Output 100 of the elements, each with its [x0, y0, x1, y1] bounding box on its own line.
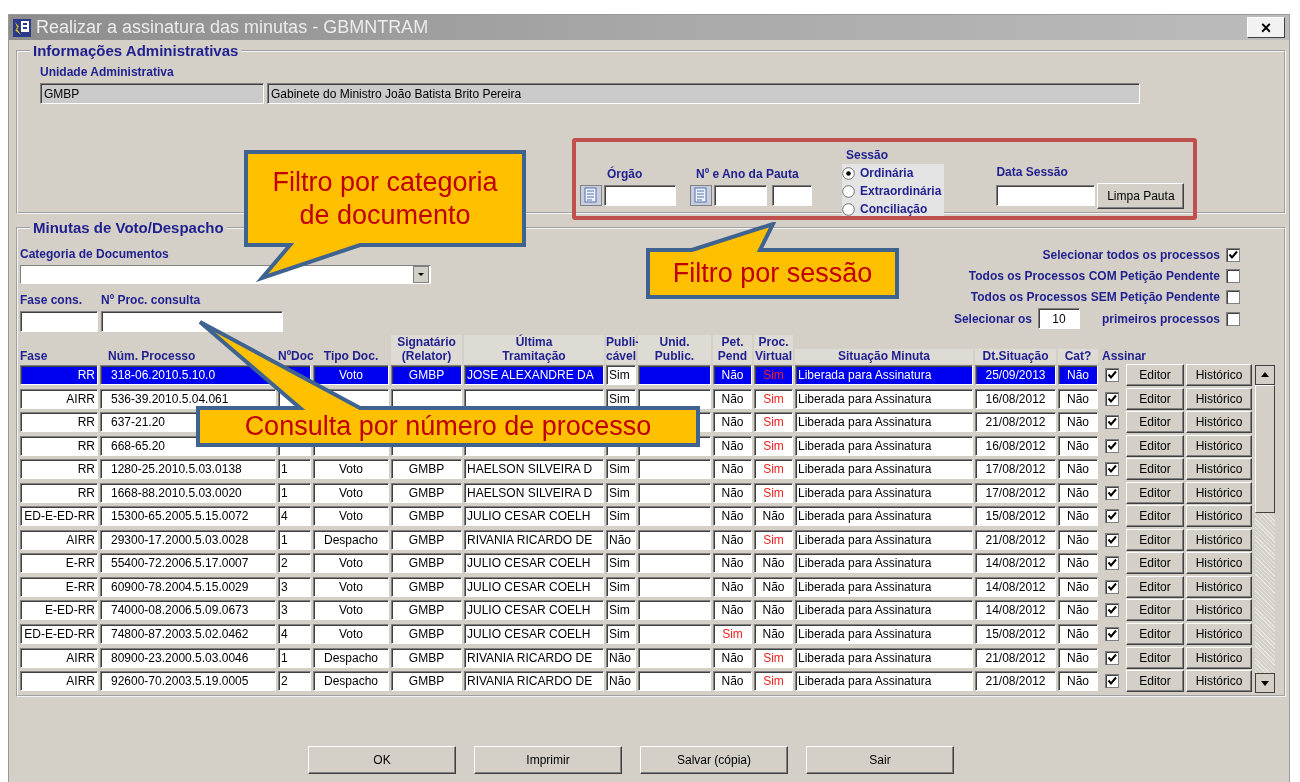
scroll-up-icon[interactable] [1255, 365, 1275, 385]
checkbox[interactable] [1226, 247, 1240, 262]
checkbox[interactable] [1105, 415, 1119, 430]
checkbox[interactable] [1105, 556, 1119, 571]
dialog-button[interactable]: Sair [806, 746, 954, 774]
history-button[interactable]: Histórico [1186, 599, 1252, 622]
checkbox[interactable] [1105, 674, 1119, 689]
history-button[interactable]: Histórico [1186, 434, 1252, 457]
editor-button[interactable]: Editor [1126, 528, 1184, 551]
history-button[interactable]: Histórico [1186, 505, 1252, 528]
table-cell: Não [606, 647, 636, 668]
editor-button[interactable]: Editor [1126, 599, 1184, 622]
checkbox[interactable] [1105, 627, 1119, 641]
table-cell: Não [713, 435, 752, 456]
scrollbar[interactable] [1255, 365, 1275, 693]
editor-button[interactable]: Editor [1126, 623, 1184, 645]
history-button[interactable]: Histórico [1186, 646, 1252, 669]
unit-name-field[interactable]: Gabinete do Ministro João Batista Brito Pereira [267, 83, 1140, 104]
checkbox[interactable] [1105, 509, 1119, 524]
dialog-button[interactable]: Imprimir [474, 746, 622, 774]
history-button[interactable]: Histórico [1186, 528, 1252, 551]
checkbox[interactable] [1226, 312, 1240, 326]
history-button[interactable]: Histórico [1186, 623, 1252, 645]
scroll-thumb[interactable] [1255, 385, 1275, 513]
checkbox[interactable] [1105, 603, 1119, 618]
checkbox-label: Selecionar todos os processos [1042, 247, 1220, 262]
category-dropdown[interactable] [20, 265, 431, 284]
editor-button[interactable]: Editor [1126, 458, 1184, 481]
table-cell: 1668-88.2010.5.03.0020 [100, 482, 276, 503]
editor-button[interactable]: Editor [1126, 387, 1184, 410]
dialog-button[interactable]: Salvar (cópia) [640, 746, 788, 774]
checkbox[interactable] [1226, 290, 1240, 305]
editor-button[interactable]: Editor [1126, 505, 1184, 528]
date-field[interactable] [996, 185, 1096, 206]
list-icon[interactable] [580, 185, 602, 206]
table-cell: Sim [754, 388, 793, 409]
checkbox[interactable] [1105, 438, 1119, 453]
scroll-down-icon[interactable] [1255, 673, 1275, 693]
list-icon[interactable] [690, 185, 712, 206]
checkbox[interactable] [1105, 650, 1119, 665]
radio-icon[interactable] [842, 202, 855, 216]
radio-icon[interactable] [842, 166, 855, 180]
table-cell: Voto [313, 624, 389, 644]
text-field[interactable] [604, 185, 676, 206]
table-cell: Sim [606, 553, 636, 574]
editor-button[interactable]: Editor [1126, 411, 1184, 434]
table-cell: Sim [754, 365, 793, 385]
text-field[interactable] [20, 311, 98, 332]
history-button[interactable]: Histórico [1186, 411, 1252, 434]
table-cell: Voto [313, 459, 389, 480]
count-field[interactable]: 10 [1037, 308, 1080, 330]
history-button[interactable]: Histórico [1186, 552, 1252, 575]
editor-button[interactable]: Editor [1126, 575, 1184, 598]
editor-button[interactable]: Editor [1126, 552, 1184, 575]
history-button[interactable]: Histórico [1186, 575, 1252, 598]
table-cell: 536-39.2010.5.04.061 [100, 388, 276, 409]
checkbox[interactable] [1105, 532, 1119, 547]
text-field[interactable] [714, 185, 767, 206]
editor-button[interactable]: Editor [1126, 646, 1184, 669]
table-cell: Sim [754, 671, 793, 692]
table-cell: GMBP [391, 482, 462, 503]
editor-button[interactable]: Editor [1126, 434, 1184, 457]
table-cell: Liberada para Assinatura [795, 576, 973, 597]
table-cell: AIRR [20, 529, 98, 550]
checkbox[interactable] [1105, 579, 1119, 594]
editor-button[interactable]: Editor [1126, 481, 1184, 504]
column-header: Dt.Situação [982, 349, 1049, 363]
table-cell: 14/08/2012 [975, 553, 1056, 574]
checkbox[interactable] [1105, 485, 1119, 500]
text-field[interactable] [772, 185, 812, 206]
editor-button[interactable]: Editor [1126, 364, 1184, 386]
table-cell: Voto [313, 576, 389, 597]
field-label: Órgão [607, 167, 644, 181]
radio-icon[interactable] [842, 184, 855, 198]
unit-code-field[interactable]: GMBP [40, 83, 264, 104]
table-cell: RR [20, 365, 98, 385]
column-header: Publi- cável [606, 335, 640, 363]
table-cell: Voto [313, 553, 389, 574]
close-button[interactable]: × [1247, 17, 1285, 38]
checkbox[interactable] [1226, 269, 1240, 283]
history-button[interactable]: Histórico [1186, 458, 1252, 481]
table-cell: Liberada para Assinatura [795, 482, 973, 503]
table-cell: Liberada para Assinatura [795, 365, 973, 385]
clear-button[interactable]: Limpa Pauta [1097, 183, 1185, 209]
checkbox[interactable] [1105, 391, 1119, 406]
table-cell: JULIO CESAR COELH [464, 553, 604, 574]
history-button[interactable]: Histórico [1186, 670, 1252, 693]
group-label: Sessão [846, 148, 890, 162]
checkbox[interactable] [1105, 368, 1119, 382]
table-cell: 17/08/2012 [975, 459, 1056, 480]
history-button[interactable]: Histórico [1186, 387, 1252, 410]
editor-button[interactable]: Editor [1126, 670, 1184, 693]
text-field[interactable] [101, 311, 283, 332]
checkbox[interactable] [1105, 462, 1119, 477]
radio-option[interactable]: Ordinária [842, 164, 945, 182]
dialog-button[interactable]: OK [308, 746, 456, 774]
history-button[interactable]: Histórico [1186, 481, 1252, 504]
history-button[interactable]: Histórico [1186, 364, 1252, 386]
table-cell: Liberada para Assinatura [795, 412, 973, 433]
radio-option[interactable]: Extraordinária [842, 182, 945, 200]
